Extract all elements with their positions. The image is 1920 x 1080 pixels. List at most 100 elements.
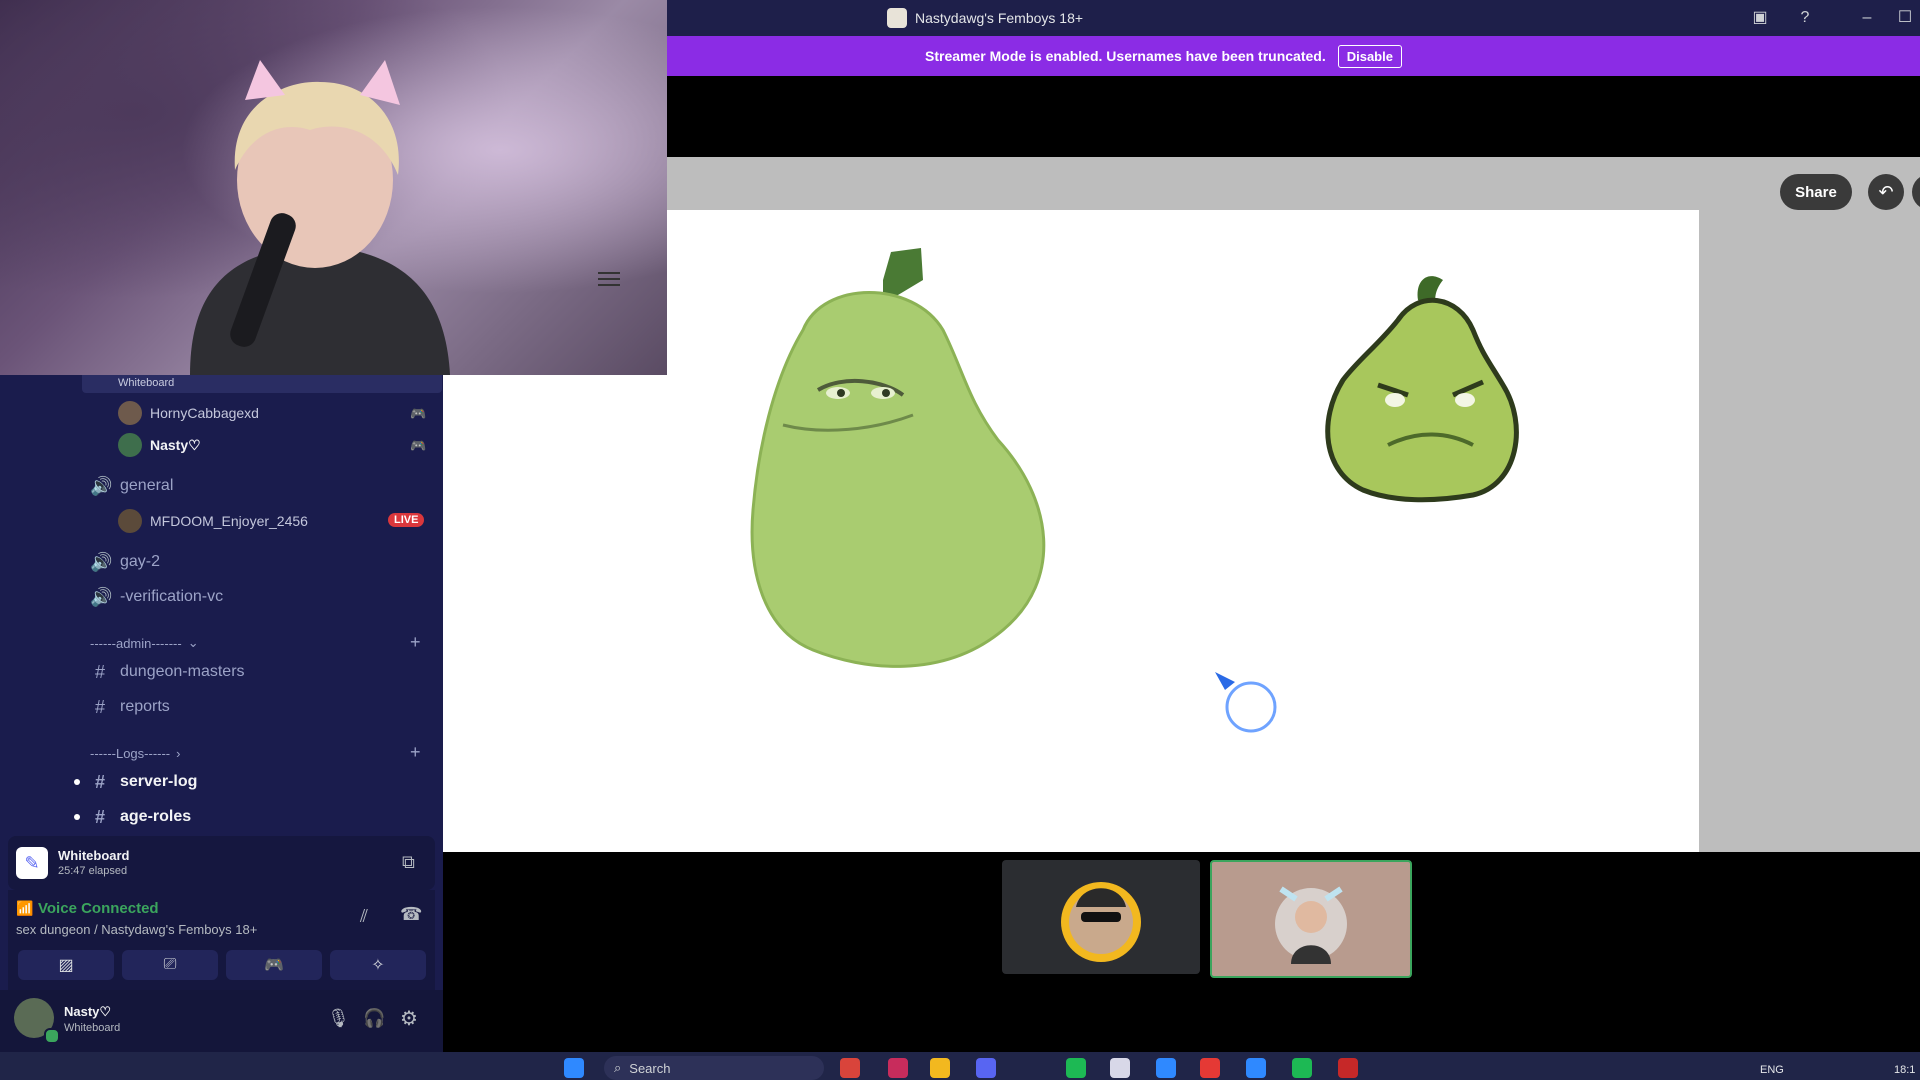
app-icon[interactable] — [1292, 1058, 1312, 1078]
gamepad-icon: 🎮 — [410, 438, 427, 453]
app-icon[interactable] — [1156, 1058, 1176, 1078]
unread-indicator — [74, 779, 80, 785]
voice-channel-verification[interactable]: 🔊 -verification-vc — [90, 583, 223, 611]
voice-status: Voice Connected — [38, 900, 159, 917]
text-channel-server-log[interactable]: # server-log — [90, 768, 197, 796]
chevron-down-icon: ⌄ — [187, 635, 199, 650]
unread-indicator — [74, 814, 80, 820]
soundboard-button[interactable]: ✧ — [330, 950, 426, 980]
voice-user-name: MFDOOM_Enjoyer_2456 — [150, 513, 308, 529]
text-channel-reports[interactable]: # reports — [90, 693, 170, 721]
noise-suppression-icon[interactable]: ⫽ — [360, 906, 368, 927]
camera-off-button[interactable]: ▨ — [18, 950, 114, 980]
activity-button[interactable]: 🎮 — [226, 950, 322, 980]
language-indicator[interactable]: ENG — [1760, 1064, 1784, 1076]
undo-icon[interactable]: ↶ — [1868, 174, 1904, 210]
online-status-indicator — [44, 1028, 60, 1044]
signal-icon: 📶 — [16, 900, 34, 916]
voice-user-name: HornyCabbagexd — [150, 405, 259, 421]
hashtag-icon: # — [94, 661, 105, 682]
hashtag-icon: # — [94, 771, 105, 792]
window-title: Nastydawg's Femboys 18+ — [887, 0, 1083, 36]
whiteboard-app-icon: ✎ — [16, 847, 48, 879]
hashtag-icon: # — [94, 806, 105, 827]
headphones-icon[interactable]: 🎧 — [363, 1008, 385, 1029]
voice-user-name: Nasty♡ — [150, 436, 201, 453]
remote-cursor — [1215, 672, 1277, 733]
streamer-mode-banner: Streamer Mode is enabled. Usernames have… — [667, 36, 1920, 76]
activity-elapsed: 25:47 elapsed — [58, 865, 128, 877]
taskbar-search[interactable]: ⌕ Search — [604, 1056, 824, 1080]
gamepad-icon: 🎮 — [264, 957, 284, 974]
user-activity: Whiteboard — [64, 1022, 121, 1034]
search-placeholder: Search — [629, 1060, 671, 1076]
voice-channel-gay-2[interactable]: 🔊 gay-2 — [90, 548, 160, 576]
app-icon[interactable] — [1200, 1058, 1220, 1078]
disable-streamer-mode-button[interactable]: Disable — [1337, 44, 1402, 68]
activity-panel[interactable]: ✎ Whiteboard 25:47 elapsed ⧉ — [8, 836, 435, 890]
text-channel-dungeon-masters[interactable]: # dungeon-masters — [90, 658, 245, 686]
add-channel-icon[interactable]: + — [410, 632, 1900, 653]
search-icon: ⌕ — [614, 1060, 622, 1075]
camera-off-icon: ▨ — [58, 957, 74, 974]
text-channel-age-roles[interactable]: # age-roles — [90, 803, 191, 831]
squash-sticker — [1325, 276, 1519, 503]
settings-gear-icon[interactable]: ⚙ — [400, 1006, 418, 1031]
app-icon[interactable] — [840, 1058, 860, 1078]
activity-name: Whiteboard — [58, 848, 130, 863]
popout-icon[interactable]: ⧉ — [402, 852, 415, 873]
streamer-figure — [190, 60, 450, 375]
channel-name: reports — [120, 698, 170, 715]
category-logs[interactable]: ------Logs------ › — [90, 743, 180, 763]
user-name: Nasty♡ — [64, 1004, 112, 1019]
voice-user[interactable]: Nasty♡ — [118, 432, 201, 458]
channel-name: -verification-vc — [120, 588, 224, 605]
speaker-icon: 🔊 — [90, 475, 113, 496]
chevron-right-icon: › — [176, 745, 181, 761]
avatar — [118, 509, 142, 533]
category-name: ------Logs------ — [90, 745, 171, 761]
discord-icon[interactable] — [976, 1058, 996, 1078]
maximize-icon[interactable]: ☐ — [1895, 8, 1915, 28]
voice-user[interactable]: MFDOOM_Enjoyer_2456 — [118, 508, 308, 534]
live-badge: LIVE — [388, 513, 425, 527]
avatar — [118, 433, 142, 457]
channel-name: server-log — [120, 773, 198, 790]
app-icon[interactable] — [1110, 1058, 1130, 1078]
category-name: ------admin------- — [90, 635, 182, 651]
taskbar — [0, 1052, 1920, 1080]
streamer-mode-message: Streamer Mode is enabled. Usernames have… — [925, 48, 1326, 64]
spotify-icon[interactable] — [1066, 1058, 1086, 1078]
category-admin[interactable]: ------admin------- ⌄ — [90, 633, 199, 653]
app-icon[interactable] — [1246, 1058, 1266, 1078]
voice-user[interactable]: HornyCabbagexd — [118, 400, 259, 426]
whiteboard-activity-chip: Whiteboard — [82, 375, 442, 393]
whiteboard-toolbar-area — [667, 157, 1920, 210]
user-panel: Nasty♡ Whiteboard 🎙 🎧 ⚙ — [0, 990, 443, 1052]
drawn-squash — [750, 248, 1046, 668]
webcam-menu-icon — [598, 272, 620, 286]
help-icon[interactable]: ? — [1795, 8, 1815, 28]
folder-icon[interactable] — [930, 1058, 950, 1078]
hashtag-icon: # — [94, 696, 105, 717]
app-icon[interactable] — [888, 1058, 908, 1078]
participant-tile-active[interactable] — [1210, 860, 1412, 978]
app-icon[interactable] — [1338, 1058, 1358, 1078]
microphone-icon[interactable]: 🎙 — [327, 1008, 350, 1029]
add-channel-icon[interactable]: + — [410, 742, 1900, 763]
windows-start-icon[interactable] — [564, 1058, 584, 1078]
inbox-icon[interactable]: ▣ — [1750, 8, 1770, 28]
share-button[interactable]: Share — [1780, 174, 1852, 210]
voice-location[interactable]: sex dungeon / Nastydawg's Femboys 18+ — [16, 922, 257, 937]
clock[interactable]: 18:1 — [1894, 1064, 1915, 1076]
channel-name: general — [120, 477, 174, 494]
voice-channel-general[interactable]: 🔊 general — [90, 472, 173, 500]
disconnect-icon[interactable]: ☎ — [400, 904, 422, 925]
screen-share-button[interactable]: ⎚ — [122, 950, 218, 980]
channel-name: gay-2 — [120, 553, 161, 570]
avatar — [118, 401, 142, 425]
whiteboard-chip-label: Whiteboard — [118, 377, 175, 389]
minimize-icon[interactable]: – — [1857, 8, 1877, 28]
screen-share-icon: ⎚ — [163, 956, 177, 973]
participant-tile[interactable] — [1002, 860, 1200, 974]
